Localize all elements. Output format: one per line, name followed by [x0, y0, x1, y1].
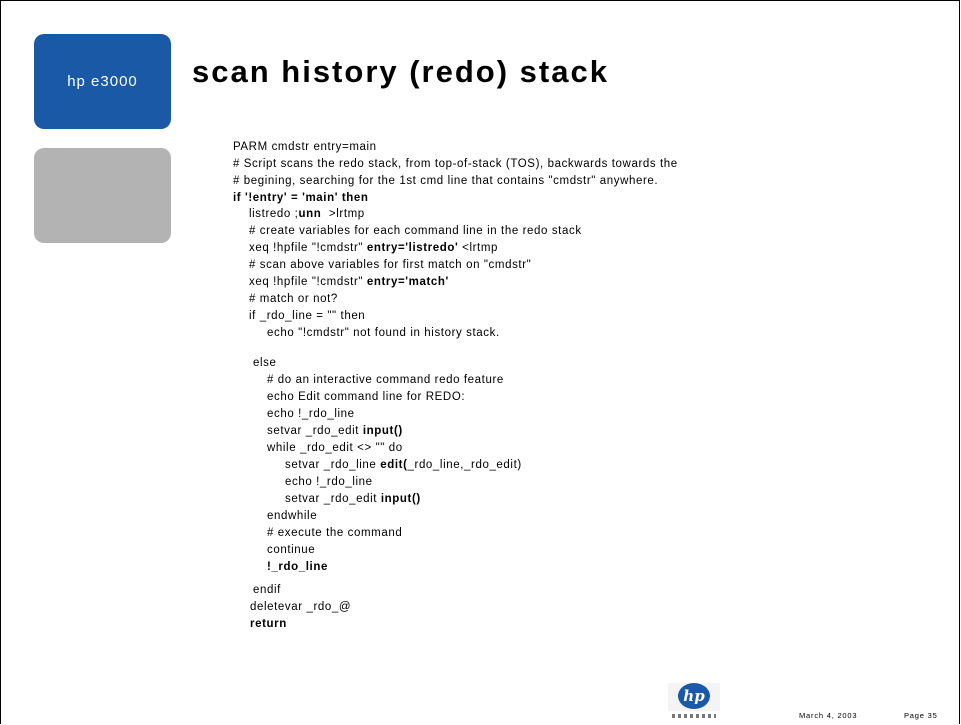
footer-date: March 4, 2003 — [799, 711, 858, 720]
code-line: # scan above variables for first match o… — [249, 259, 531, 271]
code-line: continue — [267, 544, 315, 556]
code-text: # match or not? — [249, 293, 338, 305]
code-line: xeq !hpfile "!cmdstr" entry='listredo' <… — [249, 242, 498, 254]
code-line: if _rdo_line = "" then — [249, 310, 365, 322]
code-text: # do an interactive command redo feature — [267, 374, 504, 386]
code-line: # create variables for each command line… — [249, 225, 582, 237]
code-line: listredo ;unn >lrtmp — [249, 208, 365, 220]
code-keyword: !_rdo_line — [267, 561, 328, 573]
code-text: PARM cmdstr entry=main — [233, 141, 377, 153]
code-line: echo !_rdo_line — [285, 476, 373, 488]
code-text: endwhile — [267, 510, 318, 522]
code-line: # begining, searching for the 1st cmd li… — [233, 175, 658, 187]
code-text: # create variables for each command line… — [249, 225, 582, 237]
code-line: # match or not? — [249, 293, 338, 305]
hp-logo: hp — [666, 683, 724, 725]
code-text: setvar _rdo_edit — [267, 425, 363, 437]
code-keyword: unn — [298, 208, 322, 220]
code-line: if '!entry' = 'main' then — [233, 192, 369, 204]
code-keyword: return — [250, 618, 287, 630]
footer-page-number: Page 35 — [904, 711, 938, 720]
code-line: return — [250, 618, 287, 630]
code-text: while _rdo_edit <> "" do — [267, 442, 403, 454]
code-keyword: input() — [380, 493, 421, 505]
code-line: else — [253, 357, 277, 369]
code-line: # execute the command — [267, 527, 402, 539]
code-line: echo "!cmdstr" not found in history stac… — [267, 327, 500, 339]
code-text: xeq !hpfile "!cmdstr" — [249, 242, 367, 254]
code-line: echo !_rdo_line — [267, 408, 355, 420]
code-line: setvar _rdo_line edit(_rdo_line,_rdo_edi… — [285, 459, 522, 471]
code-text: else — [253, 357, 277, 369]
code-text: continue — [267, 544, 316, 556]
code-text: xeq !hpfile "!cmdstr" — [249, 276, 367, 288]
code-text: deletevar _rdo_@ — [250, 601, 352, 613]
code-keyword: edit( — [380, 459, 408, 471]
code-keyword: entry='match' — [366, 276, 449, 288]
code-keyword: entry='listredo' — [366, 242, 459, 254]
code-text: # Script scans the redo stack, from top-… — [233, 158, 678, 170]
code-text: # begining, searching for the 1st cmd li… — [233, 175, 659, 187]
code-text: echo !_rdo_line — [267, 408, 355, 420]
code-line: xeq !hpfile "!cmdstr" entry='match' — [249, 276, 449, 288]
code-line: endif — [253, 584, 281, 596]
decorative-gray-block — [34, 148, 171, 243]
code-text: echo "!cmdstr" not found in history stac… — [267, 327, 500, 339]
code-line: !_rdo_line — [267, 561, 328, 573]
code-text: listredo ; — [249, 208, 299, 220]
code-line: while _rdo_edit <> "" do — [267, 442, 403, 454]
code-text: <lrtmp — [458, 242, 498, 254]
code-text: # execute the command — [267, 527, 403, 539]
code-keyword: if '!entry' = 'main' then — [233, 192, 369, 204]
code-keyword: input() — [362, 425, 403, 437]
code-line: # Script scans the redo stack, from top-… — [233, 158, 678, 170]
code-text: setvar _rdo_edit — [285, 493, 381, 505]
code-text: echo !_rdo_line — [285, 476, 373, 488]
code-line: endwhile — [267, 510, 317, 522]
code-line: deletevar _rdo_@ — [250, 601, 351, 613]
code-text: setvar _rdo_line — [285, 459, 381, 471]
code-text: >lrtmp — [321, 208, 365, 220]
code-text: # scan above variables for first match o… — [249, 259, 532, 271]
badge-label: hp e3000 — [67, 73, 138, 90]
code-line: echo Edit command line for REDO: — [267, 391, 465, 403]
code-line: setvar _rdo_edit input() — [285, 493, 421, 505]
code-line: # do an interactive command redo feature — [267, 374, 504, 386]
product-badge: hp e3000 — [34, 34, 171, 129]
hp-logo-icon: hp — [678, 683, 710, 709]
code-line: PARM cmdstr entry=main — [233, 141, 377, 153]
invent-wordmark — [672, 714, 716, 718]
code-text: endif — [253, 584, 281, 596]
code-text: if _rdo_line = "" then — [249, 310, 366, 322]
code-text: _rdo_line,_rdo_edit) — [407, 459, 522, 471]
code-text: echo Edit command line for REDO: — [267, 391, 466, 403]
code-line: setvar _rdo_edit input() — [267, 425, 403, 437]
slide-title: scan history (redo) stack — [192, 54, 609, 89]
